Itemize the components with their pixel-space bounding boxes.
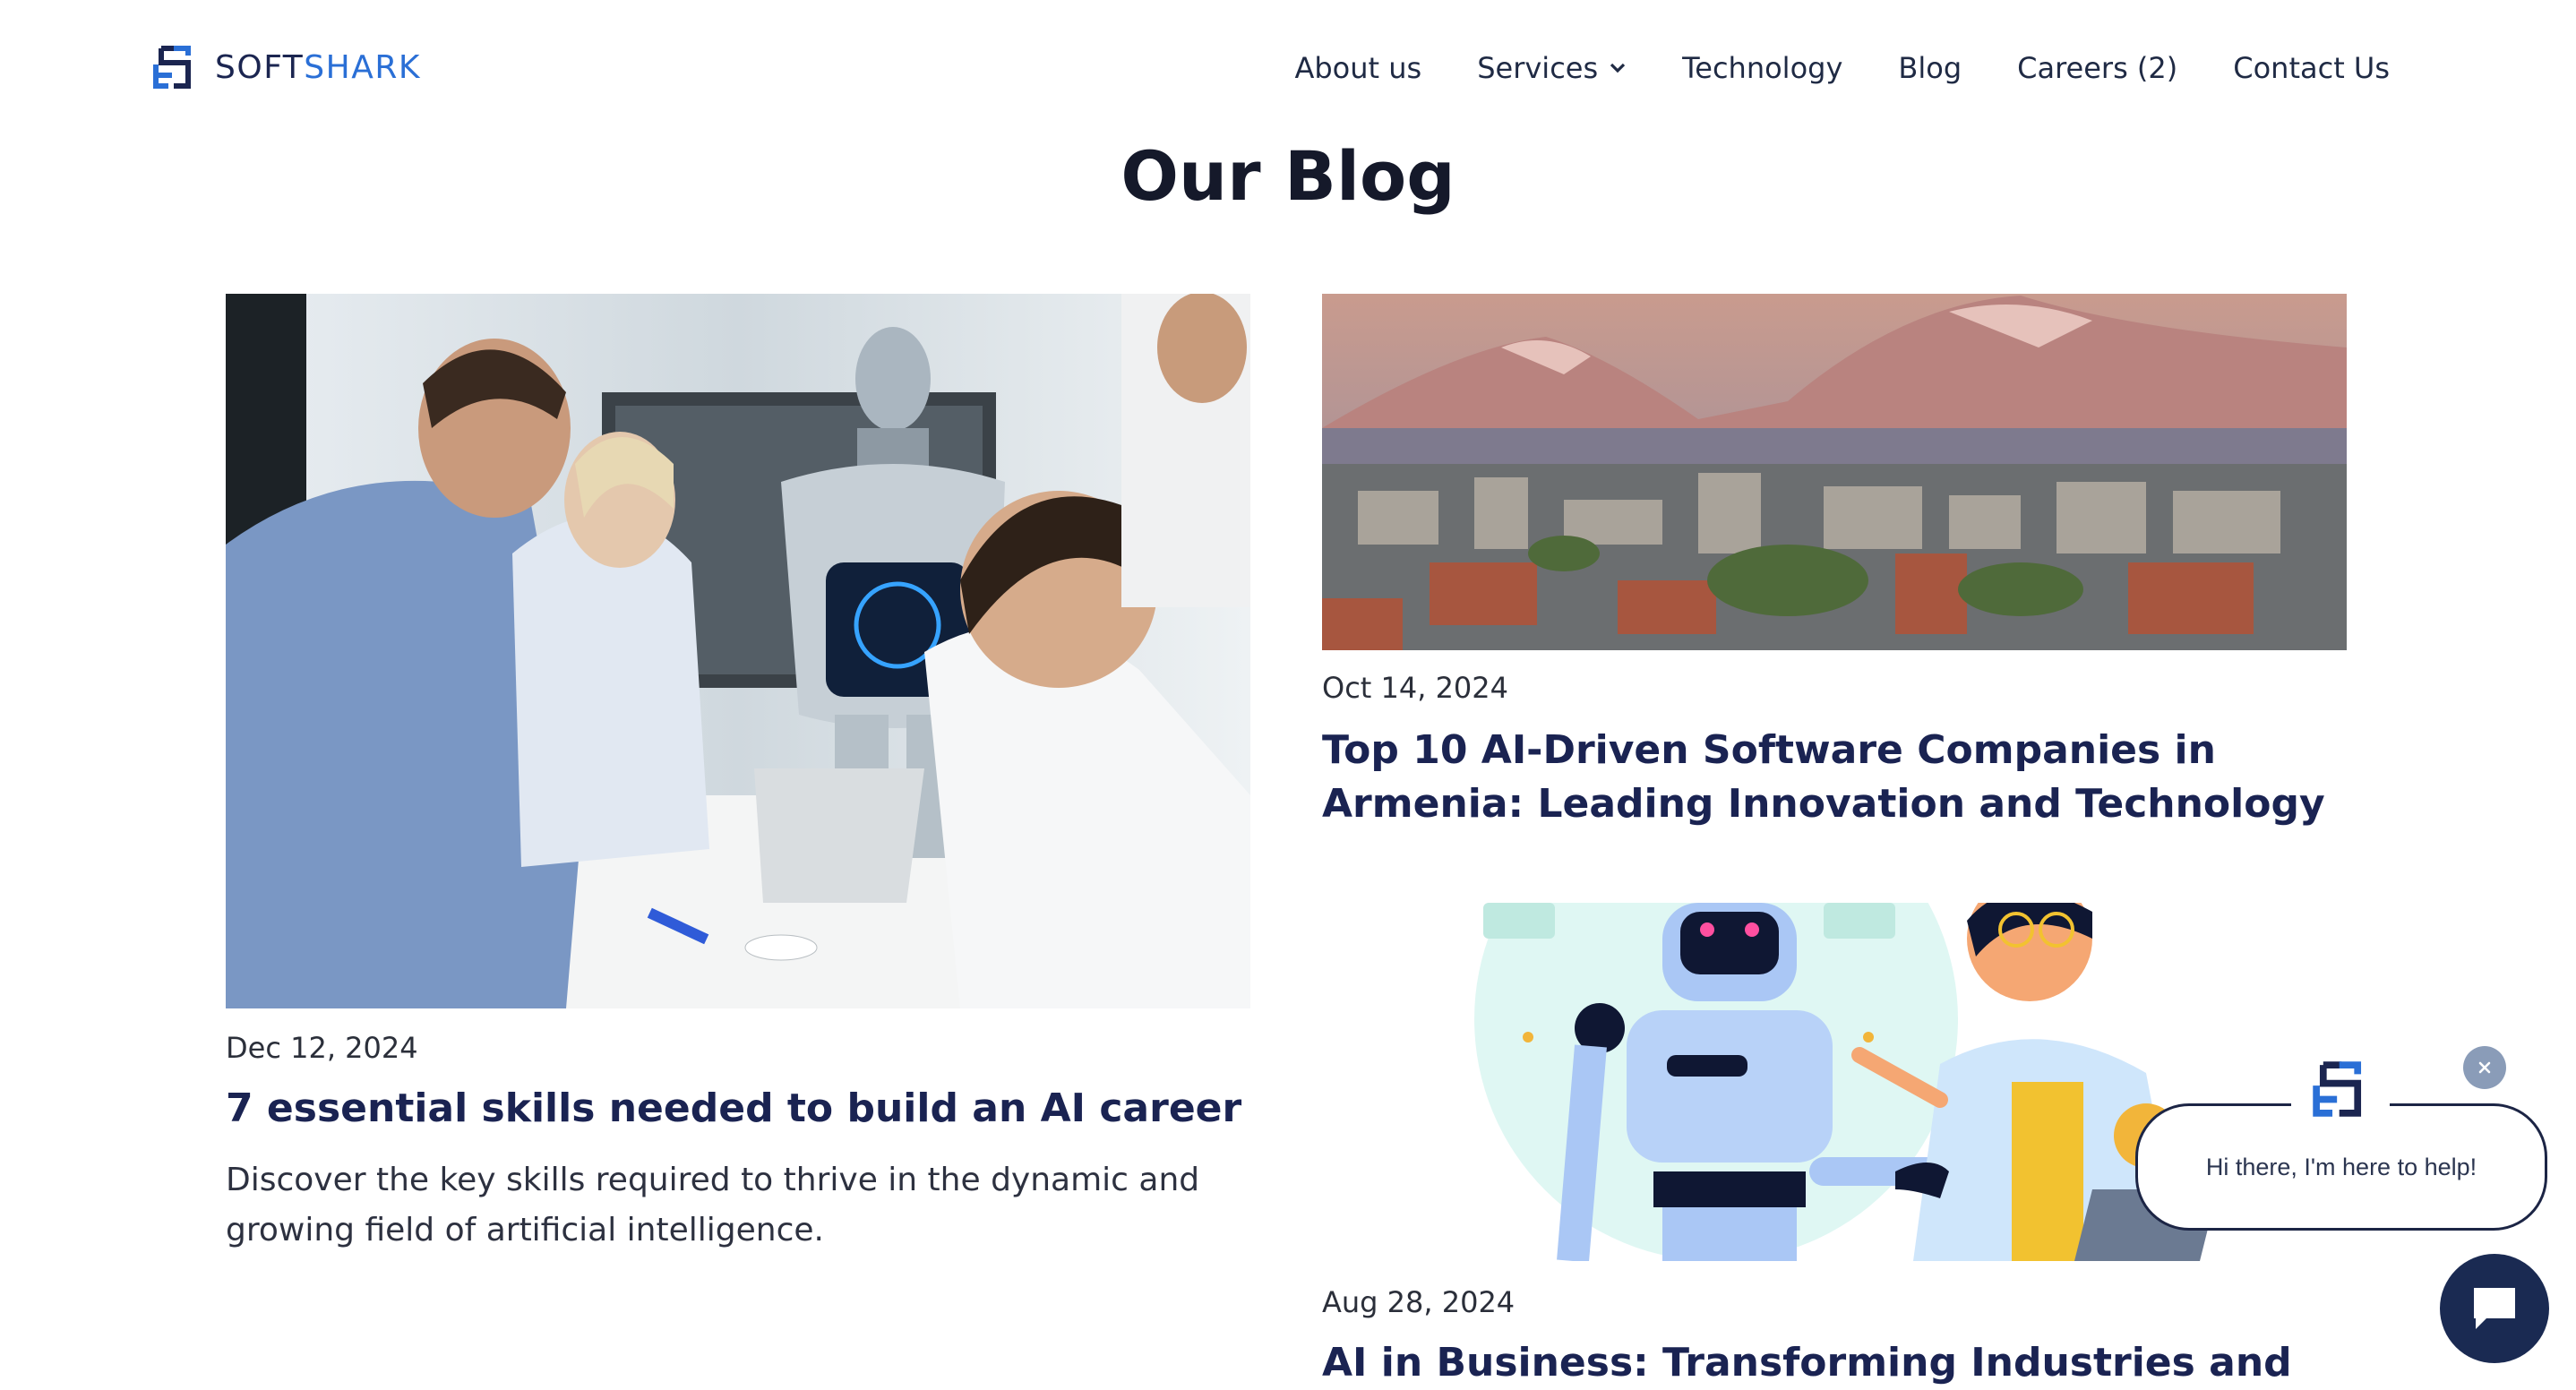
chat-bubble-icon [2474, 1288, 2515, 1329]
chat-launcher-button[interactable] [2440, 1254, 2549, 1363]
logo-wordmark: SOFTSHARK [215, 48, 421, 86]
post-1-date: Dec 12, 2024 [226, 1031, 418, 1065]
nav-item-contact[interactable]: Contact Us [2233, 50, 2390, 86]
close-icon[interactable] [2463, 1046, 2506, 1089]
nav-item-blog[interactable]: Blog [1898, 50, 1962, 86]
post-1-image[interactable] [226, 294, 1250, 1008]
main-nav: About us Services Technology Blog Career… [1294, 50, 2390, 86]
nav-item-careers[interactable]: Careers (2) [2017, 50, 2177, 86]
nav-item-about[interactable]: About us [1294, 50, 1421, 86]
chat-avatar [2291, 1053, 2390, 1125]
post-1-title[interactable]: 7 essential skills needed to build an AI… [226, 1082, 1265, 1136]
nav-item-technology[interactable]: Technology [1682, 50, 1842, 86]
post-1-excerpt: Discover the key skills required to thri… [226, 1162, 1200, 1248]
post-2-title[interactable]: Top 10 AI-Driven Software Companies in A… [1322, 724, 2370, 831]
page-title: Our Blog [1121, 136, 1455, 216]
post-3-title[interactable]: AI in Business: Transforming Industries … [1322, 1336, 2370, 1390]
nav-item-services[interactable]: Services [1477, 50, 1627, 86]
chat-greeting-text: Hi there, I'm here to help! [2205, 1153, 2477, 1180]
post-3-date: Aug 28, 2024 [1322, 1285, 1516, 1319]
site-logo[interactable]: SOFTSHARK [152, 45, 421, 90]
logo-mark-icon [153, 46, 191, 89]
chevron-down-icon [1609, 62, 1627, 74]
logo-mark-icon [2313, 1061, 2362, 1117]
post-2-image[interactable] [1322, 294, 2347, 650]
post-2-date: Oct 14, 2024 [1322, 671, 1508, 705]
